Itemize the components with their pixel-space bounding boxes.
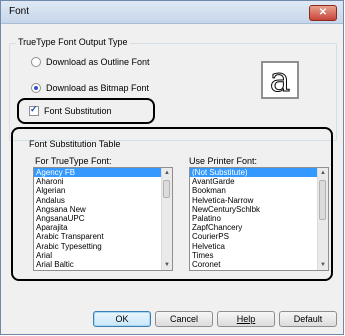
truetype-font-item[interactable]: Arial Baltic bbox=[34, 260, 172, 269]
printer-font-item[interactable]: AvantGarde bbox=[190, 177, 328, 186]
printer-font-item[interactable]: NewCenturySchlbk bbox=[190, 205, 328, 214]
close-icon: ✕ bbox=[318, 7, 328, 18]
truetype-font-list[interactable]: Agency FB Aharoni Algerian Andalus Angsana N… bbox=[33, 167, 173, 271]
default-button[interactable]: Default bbox=[279, 311, 337, 327]
printer-font-item[interactable]: Coronet bbox=[190, 260, 328, 269]
printer-font-item[interactable]: Times bbox=[190, 251, 328, 260]
preview-glyph: a bbox=[269, 60, 291, 100]
scroll-down-icon[interactable]: ▼ bbox=[318, 260, 328, 270]
scroll-up-icon[interactable]: ▲ bbox=[318, 168, 328, 178]
default-label: Default bbox=[293, 314, 323, 324]
help-button[interactable]: Help bbox=[217, 311, 275, 327]
truetype-font-column-label: For TrueType Font: bbox=[35, 156, 112, 166]
substitution-table-label: Font Substitution Table bbox=[29, 139, 121, 149]
printer-font-item[interactable]: Palatino bbox=[190, 214, 328, 223]
cancel-button[interactable]: Cancel bbox=[155, 311, 213, 327]
outline-font-radio[interactable] bbox=[31, 57, 41, 67]
cancel-label: Cancel bbox=[169, 314, 198, 324]
outline-font-label: Download as Outline Font bbox=[46, 57, 150, 67]
font-dialog: Font ✕ TrueType Font Output Type Downloa… bbox=[0, 0, 344, 335]
font-substitution-checkbox[interactable] bbox=[29, 104, 39, 116]
scroll-thumb[interactable] bbox=[319, 180, 326, 220]
truetype-font-item[interactable]: AngsanaUPC bbox=[34, 214, 172, 223]
ok-label: OK bbox=[115, 314, 129, 324]
truetype-font-item[interactable]: Arabic Typesetting bbox=[34, 242, 172, 251]
truetype-font-item[interactable]: Agency FB bbox=[34, 168, 172, 178]
printer-list-scrollbar[interactable]: ▲ ▼ bbox=[317, 168, 328, 270]
bitmap-font-radio[interactable] bbox=[31, 83, 41, 93]
font-substitution-label: Font Substitution bbox=[44, 106, 112, 116]
printer-font-list[interactable]: (Not Substitute) AvantGarde Bookman Helveti… bbox=[189, 167, 329, 271]
truetype-font-item[interactable]: Andalus bbox=[34, 196, 172, 205]
printer-font-item[interactable]: CourierPS bbox=[190, 232, 328, 241]
title-bar[interactable]: Font ✕ bbox=[1, 1, 343, 24]
scroll-down-icon[interactable]: ▼ bbox=[162, 260, 172, 270]
scroll-thumb[interactable] bbox=[163, 180, 170, 198]
printer-font-item[interactable]: (Not Substitute) bbox=[190, 168, 328, 178]
bitmap-font-option[interactable]: Download as Bitmap Font bbox=[31, 83, 149, 93]
dialog-title: Font bbox=[9, 6, 30, 17]
truetype-list-scrollbar[interactable]: ▲ ▼ bbox=[161, 168, 172, 270]
outline-font-option[interactable]: Download as Outline Font bbox=[31, 57, 150, 67]
truetype-font-item[interactable]: Algerian bbox=[34, 186, 172, 195]
printer-font-item[interactable]: Helvetica bbox=[190, 242, 328, 251]
close-button[interactable]: ✕ bbox=[309, 5, 337, 21]
help-label: Help bbox=[236, 314, 256, 324]
truetype-font-item[interactable]: Arial bbox=[34, 251, 172, 260]
font-preview: a bbox=[261, 61, 299, 99]
printer-font-item[interactable]: Helvetica-Narrow bbox=[190, 196, 328, 205]
truetype-font-item[interactable]: Angsana New bbox=[34, 205, 172, 214]
ok-button[interactable]: OK bbox=[93, 311, 151, 327]
output-type-label: TrueType Font Output Type bbox=[16, 37, 130, 47]
truetype-font-item[interactable]: Arabic Transparent bbox=[34, 232, 172, 241]
scroll-up-icon[interactable]: ▲ bbox=[162, 168, 172, 178]
printer-font-column-label: Use Printer Font: bbox=[189, 156, 258, 166]
printer-font-item[interactable]: ZapfChancery bbox=[190, 223, 328, 232]
bitmap-font-label: Download as Bitmap Font bbox=[46, 83, 150, 93]
truetype-font-item[interactable]: Aparajita bbox=[34, 223, 172, 232]
truetype-font-item[interactable]: Aharoni bbox=[34, 177, 172, 186]
printer-font-item[interactable]: Bookman bbox=[190, 186, 328, 195]
font-substitution-option[interactable]: Font Substitution bbox=[29, 104, 112, 116]
